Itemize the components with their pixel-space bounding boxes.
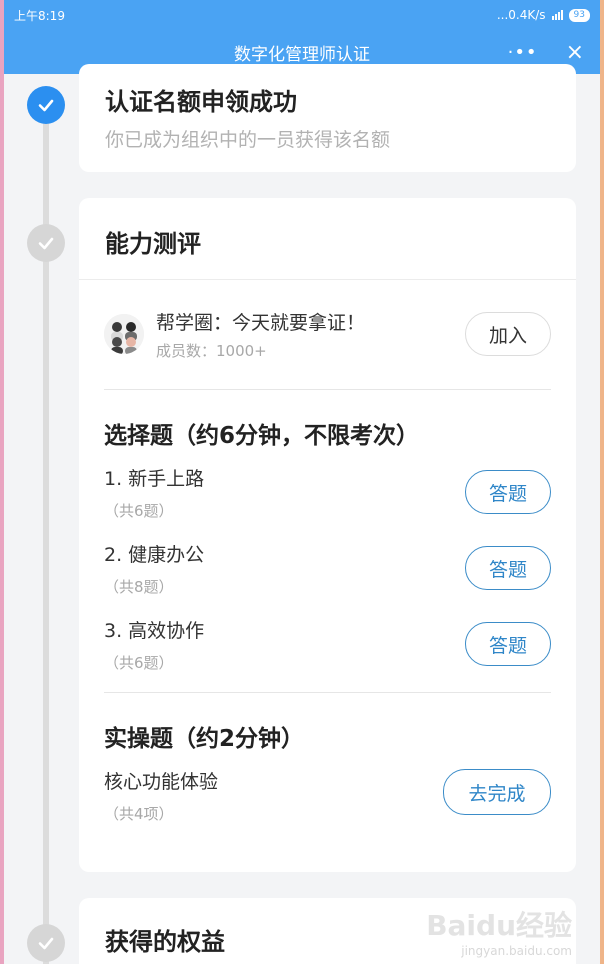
close-icon[interactable]: × [566,40,584,65]
phone-screen: 上午8:19 ...0.4K/s 93 数字化管理师认证 ·•• × 认证名额申… [4,0,600,964]
practice-section: 实操题（约2分钟） 核心功能体验 （共4项） 去完成 [104,693,551,829]
quiz-item: 1. 新手上路 （共6题） 答题 [104,450,551,526]
group-name: 帮学圈：今天就要拿证！ [156,312,366,334]
group-avatar[interactable] [104,314,144,354]
watermark-url: jingyan.baidu.com [461,944,572,958]
quiz-item: 2. 健康办公 （共8题） 答题 [104,526,551,602]
group-member-count: 成员数：1000+ [156,342,267,360]
group-row: 帮学圈：今天就要拿证！ 成员数：1000+ 加入 [104,280,551,390]
step-title: 能力测评 [79,198,576,280]
step-done-icon [27,86,65,124]
status-indicators: ...0.4K/s 93 [497,8,590,22]
main-content: 认证名额申领成功 你已成为组织中的一员获得该名额 能力测评 帮学圈：今天就要拿证… [4,64,600,964]
battery-icon: 93 [568,8,590,22]
page-title: 数字化管理师认证 [234,44,370,65]
step-card-assessment: 能力测评 帮学圈：今天就要拿证！ 成员数：1000+ 加入 选择题（约6分钟，不… [79,198,576,872]
quiz-item: 3. 高效协作 （共6题） 答题 [104,602,551,678]
more-icon[interactable]: ·•• [508,42,538,63]
quiz-name: 2. 健康办公 [104,544,205,566]
quiz-count: （共8题） [104,578,174,596]
step-title: 认证名额申领成功 [105,88,297,116]
quiz-count: （共6题） [104,502,174,520]
practice-count: （共4项） [104,805,174,823]
step-subtitle: 你已成为组织中的一员获得该名额 [105,129,391,151]
answer-button[interactable]: 答题 [465,622,551,666]
join-button[interactable]: 加入 [465,312,551,356]
practice-item: 核心功能体验 （共4项） 去完成 [104,753,551,829]
watermark: Baidu经验 jingyan.baidu.com [426,904,572,958]
status-bar: 上午8:19 ...0.4K/s 93 [4,0,600,30]
answer-button[interactable]: 答题 [465,470,551,514]
quiz-count: （共6题） [104,654,174,672]
choice-section: 选择题（约6分钟，不限考次） 1. 新手上路 （共6题） 答题 2. 健康办公 … [104,390,551,678]
section-title: 选择题（约6分钟，不限考次） [104,423,420,449]
complete-button[interactable]: 去完成 [443,769,551,815]
section-title: 实操题（约2分钟） [104,726,305,752]
step-title: 获得的权益 [105,928,225,956]
status-time: 上午8:19 [14,8,65,23]
network-speed: ...0.4K/s [496,8,546,22]
watermark-brand: Baidu经验 [426,909,572,942]
quiz-name: 1. 新手上路 [104,468,205,490]
step-pending-icon [27,924,65,962]
quiz-name: 3. 高效协作 [104,620,205,642]
signal-icon [551,10,563,20]
step-card-quota: 认证名额申领成功 你已成为组织中的一员获得该名额 [79,64,576,172]
answer-button[interactable]: 答题 [465,546,551,590]
practice-name: 核心功能体验 [104,771,219,793]
step-pending-icon [27,224,65,262]
